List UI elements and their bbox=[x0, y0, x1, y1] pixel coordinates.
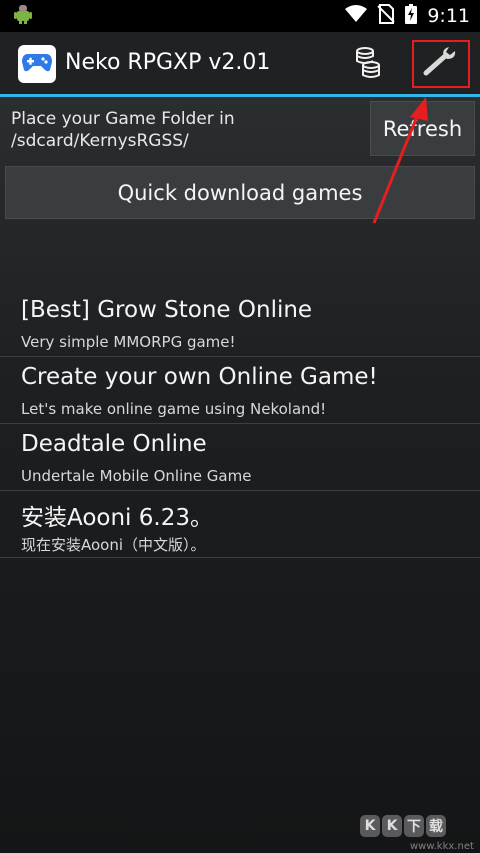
wifi-icon bbox=[345, 5, 368, 27]
status-time: 9:11 bbox=[427, 5, 470, 27]
watermark-char: 载 bbox=[426, 815, 446, 837]
folder-hint-line1: Place your Game Folder in bbox=[11, 109, 235, 129]
list-item[interactable]: Create your own Online Game! Let's make … bbox=[0, 357, 480, 424]
refresh-button[interactable]: Refresh bbox=[370, 101, 475, 156]
watermark-char: K bbox=[360, 815, 380, 837]
settings-button[interactable] bbox=[412, 40, 470, 88]
watermark-url: www.kkx.net bbox=[410, 841, 474, 852]
action-bar: Neko RPGXP v2.01 bbox=[0, 32, 480, 94]
app-title: Neko RPGXP v2.01 bbox=[65, 50, 271, 75]
game-subtitle: 现在安装Aooni（中文版）。 bbox=[21, 536, 206, 554]
game-subtitle: Very simple MMORPG game! bbox=[21, 333, 236, 351]
status-bar: 9:11 bbox=[0, 0, 480, 32]
watermark-char: 下 bbox=[404, 815, 424, 837]
no-sim-icon bbox=[377, 4, 396, 28]
game-title: 安装Aooni 6.23。 bbox=[21, 505, 213, 531]
action-bar-divider bbox=[0, 94, 480, 97]
game-subtitle: Let's make online game using Nekoland! bbox=[21, 400, 327, 418]
game-title: Deadtale Online bbox=[21, 431, 207, 457]
list-item[interactable]: 安装Aooni 6.23。 现在安装Aooni（中文版）。 bbox=[0, 491, 480, 558]
game-title: [Best] Grow Stone Online bbox=[21, 297, 313, 323]
list-item[interactable]: Deadtale Online Undertale Mobile Online … bbox=[0, 424, 480, 491]
coins-icon bbox=[354, 46, 382, 82]
watermark-char: K bbox=[382, 815, 402, 837]
battery-charging-icon bbox=[405, 4, 418, 28]
folder-hint: Place your Game Folder in /sdcard/Kernys… bbox=[11, 108, 361, 152]
app-icon bbox=[18, 45, 56, 83]
coins-button[interactable] bbox=[348, 46, 388, 82]
watermark: K K 下 载 bbox=[360, 815, 446, 837]
folder-path: /sdcard/KernysRGSS/ bbox=[11, 131, 189, 151]
gamepad-icon bbox=[21, 51, 53, 77]
game-subtitle: Undertale Mobile Online Game bbox=[21, 467, 252, 485]
list-item[interactable]: [Best] Grow Stone Online Very simple MMO… bbox=[0, 290, 480, 357]
game-title: Create your own Online Game! bbox=[21, 364, 378, 390]
quick-download-button[interactable]: Quick download games bbox=[5, 166, 475, 219]
android-debug-icon bbox=[12, 3, 34, 29]
wrench-icon bbox=[422, 45, 460, 83]
